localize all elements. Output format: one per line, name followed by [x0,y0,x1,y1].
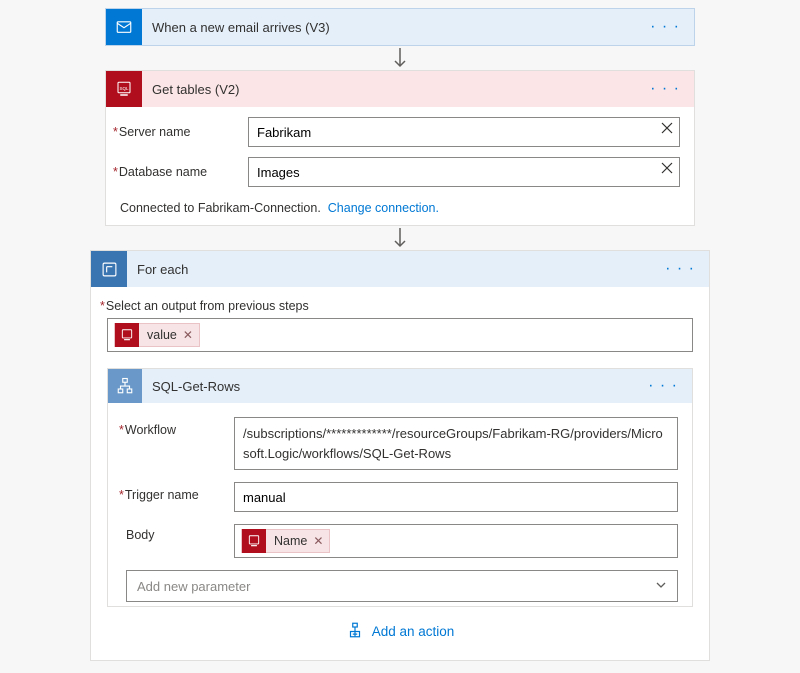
database-name-label: Database name [120,165,248,179]
server-name-input[interactable] [248,117,680,147]
add-parameter-label: Add new parameter [137,579,250,594]
add-action-button[interactable]: Add an action [346,621,455,642]
get-tables-menu-button[interactable]: · · · [644,80,686,98]
trigger-menu-button[interactable]: · · · [644,18,686,36]
get-tables-title: Get tables (V2) [142,82,644,97]
add-parameter-dropdown[interactable]: Add new parameter [126,570,678,602]
trigger-title: When a new email arrives (V3) [142,20,644,35]
token-label: value [139,328,183,342]
for-each-title: For each [127,262,659,277]
trigger-name-label: Trigger name [126,482,234,502]
svg-text:SQL: SQL [119,86,129,91]
clear-icon[interactable] [660,161,674,178]
workflow-label: Workflow [126,417,234,437]
add-action-icon [346,621,364,642]
body-label: Body [126,524,234,542]
select-output-field[interactable]: value ✕ [107,318,693,352]
select-output-label: Select an output from previous steps [107,299,693,313]
value-token: value ✕ [114,323,200,347]
remove-token-icon[interactable]: ✕ [313,534,329,548]
connection-text: Connected to Fabrikam-Connection. [120,201,321,215]
loop-icon [91,251,127,287]
sql-get-rows-menu-button[interactable]: · · · [642,377,684,395]
sql-icon [242,529,266,553]
database-name-input[interactable] [248,157,680,187]
sql-get-rows-card: SQL-Get-Rows · · · Workflow /subscriptio… [107,368,693,607]
token-label: Name [266,534,313,548]
clear-icon[interactable] [660,121,674,138]
flow-arrow [0,46,800,70]
server-name-label: Server name [120,125,248,139]
body-field[interactable]: Name ✕ [234,524,678,558]
workflow-input[interactable]: /subscriptions/*************/resourceGro… [234,417,678,470]
for-each-card: For each · · · Select an output from pre… [90,250,710,661]
workflow-icon [108,369,142,403]
for-each-menu-button[interactable]: · · · [659,260,701,278]
outlook-icon [106,9,142,45]
flow-arrow [0,226,800,250]
sql-get-rows-title: SQL-Get-Rows [142,379,642,394]
sql-icon [115,323,139,347]
chevron-down-icon [655,579,667,594]
trigger-card: When a new email arrives (V3) · · · [105,8,695,46]
add-action-label: Add an action [372,624,455,639]
get-tables-card: SQL Get tables (V2) · · · Server name Da… [105,70,695,226]
trigger-name-input[interactable] [234,482,678,512]
remove-token-icon[interactable]: ✕ [183,328,199,342]
name-token: Name ✕ [241,529,330,553]
change-connection-link[interactable]: Change connection. [328,201,439,215]
sql-icon: SQL [106,71,142,107]
